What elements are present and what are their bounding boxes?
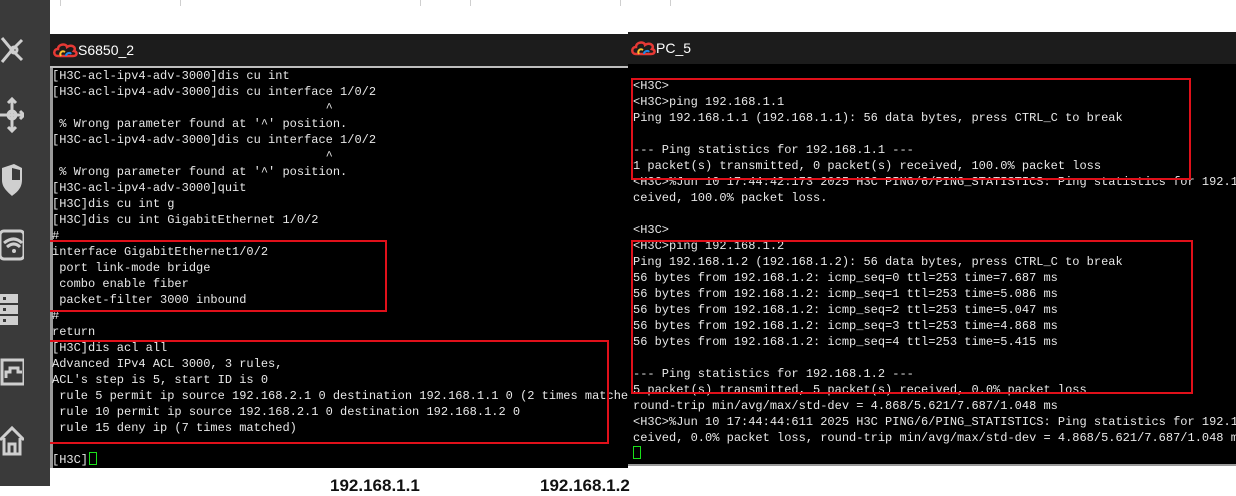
terminal-output[interactable]: <H3C> <H3C>ping 192.168.1.1 Ping 192.168.1… [628,64,1236,466]
topology-canvas-bottom [50,466,1236,486]
terminal-line: % Wrong parameter found at '^' position. [52,165,348,179]
terminal-line: <H3C>%Jun 10 17:44:44:611 2025 H3C PING/… [633,415,1236,429]
cloud-icon [630,39,656,62]
canvas-label-host2: 192.168.1.2 [540,476,630,495]
terminal-line: Ping 192.168.1.2 (192.168.1.2): 56 data … [633,255,1123,269]
move-icon[interactable] [0,95,24,135]
terminal-line: port link-mode bridge [52,261,211,275]
terminal-line: [H3C-acl-ipv4-adv-3000]dis cu int [52,69,290,83]
window-titlebar[interactable]: S6850_2 [50,34,628,66]
terminal-line: ceived, 0.0% packet loss, round-trip min… [633,431,1236,445]
network-card-icon[interactable] [0,352,24,392]
terminal-cursor [633,446,641,459]
terminal-line: ^ [52,149,333,163]
terminal-window-s6850[interactable]: S6850_2 [H3C-acl-ipv4-adv-3000]dis cu in… [50,34,628,468]
terminal-output[interactable]: [H3C-acl-ipv4-adv-3000]dis cu int [H3C-ac… [50,66,628,468]
terminal-line [633,446,641,462]
terminal-line: 56 bytes from 192.168.1.2: icmp_seq=4 tt… [633,335,1058,349]
terminal-window-pc5[interactable]: PC_5 <H3C> <H3C>ping 192.168.1.1 Ping 192.… [628,32,1236,466]
terminal-line: 1 packet(s) transmitted, 0 packet(s) rec… [633,159,1102,173]
terminal-line: ^ [52,101,333,115]
terminal-line: [H3C]dis cu int g [52,197,175,211]
terminal-line: <H3C> [633,79,670,93]
terminal-line: Advanced IPv4 ACL 3000, 3 rules, [52,357,283,371]
terminal-line: rule 5 permit ip source 192.168.2.1 0 de… [52,389,628,403]
terminal-line: <H3C>%Jun 10 17:44:42:173 2025 H3C PING/… [633,175,1236,189]
terminal-line: rule 10 permit ip source 192.168.2.1 0 d… [52,405,521,419]
terminal-line: ACL's step is 5, start ID is 0 [52,373,269,387]
terminal-line: round-trip min/avg/max/std-dev = 4.868/5… [633,399,1058,413]
terminal-line: 56 bytes from 192.168.1.2: icmp_seq=2 tt… [633,303,1058,317]
terminal-cursor [89,452,98,465]
terminal-line: # [52,229,60,243]
network-icon[interactable] [0,30,24,70]
terminal-line: 56 bytes from 192.168.1.2: icmp_seq=3 tt… [633,319,1058,333]
terminal-line: ceived, 100.0% packet loss. [633,191,828,205]
window-title: S6850_2 [78,42,135,58]
canvas-label-host1: 192.168.1.1 [330,476,420,495]
shield-icon[interactable] [0,160,24,200]
terminal-line: [H3C-acl-ipv4-adv-3000]dis cu interface … [52,85,377,99]
cloud-icon [52,41,78,64]
terminal-line: [H3C] [52,452,98,468]
wifi-icon[interactable] [0,225,24,265]
server-icon[interactable] [0,290,24,330]
terminal-line: [H3C]dis acl all [52,341,168,355]
terminal-line: <H3C>ping 192.168.1.2 [633,239,785,253]
terminal-line: packet-filter 3000 inbound [52,293,247,307]
terminal-line: 5 packet(s) transmitted, 5 packet(s) rec… [633,383,1087,397]
terminal-line: --- Ping statistics for 192.168.1.1 --- [633,143,914,157]
terminal-line: [H3C-acl-ipv4-adv-3000]dis cu interface … [52,133,377,147]
window-title: PC_5 [656,40,692,56]
terminal-line: # [52,309,60,323]
terminal-line: interface GigabitEthernet1/0/2 [52,245,269,259]
terminal-line: 56 bytes from 192.168.1.2: icmp_seq=0 tt… [633,271,1058,285]
terminal-line: --- Ping statistics for 192.168.1.2 --- [633,367,914,381]
terminal-line: [H3C]dis cu int GigabitEthernet 1/0/2 [52,213,319,227]
window-titlebar[interactable]: PC_5 [628,32,1236,64]
terminal-line: [H3C-acl-ipv4-adv-3000]quit [52,181,247,195]
home-icon[interactable] [0,420,24,460]
terminal-line: return [52,325,96,339]
terminal-line: <H3C>ping 192.168.1.1 [633,95,785,109]
terminal-line: Ping 192.168.1.1 (192.168.1.1): 56 data … [633,111,1123,125]
terminal-line: % Wrong parameter found at '^' position. [52,117,348,131]
terminal-line: combo enable fiber [52,277,189,291]
terminal-line: <H3C> [633,223,670,237]
terminal-line: 56 bytes from 192.168.1.2: icmp_seq=1 tt… [633,287,1058,301]
terminal-line: rule 15 deny ip (7 times matched) [52,421,297,435]
left-toolbar [0,0,50,486]
